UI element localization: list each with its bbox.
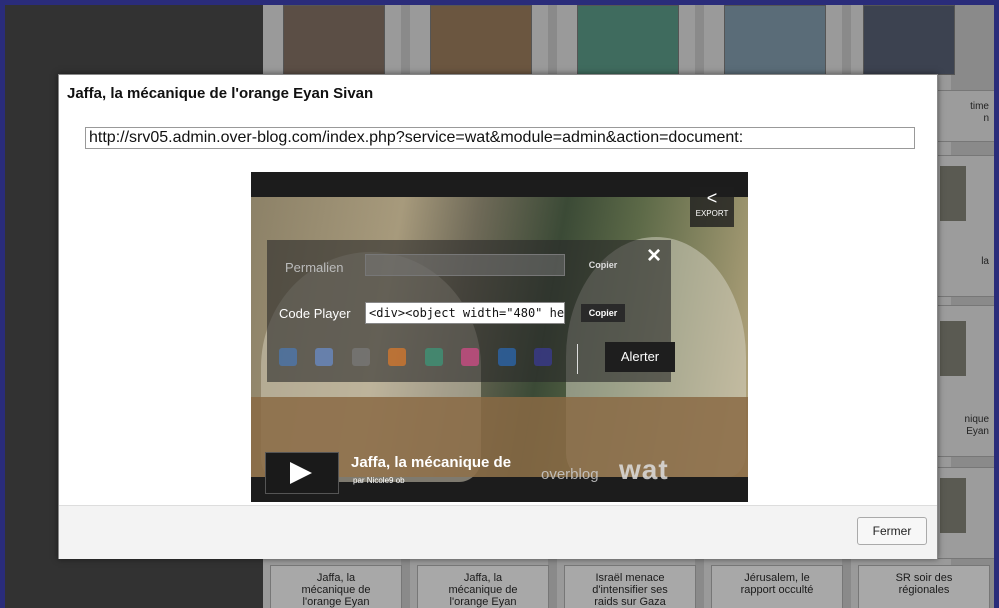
background-card xyxy=(930,467,994,559)
card-caption: time xyxy=(970,101,989,112)
background-card: nique Eyan xyxy=(930,305,994,457)
card-caption-line: mécanique de xyxy=(301,584,371,596)
card-caption: n xyxy=(983,113,989,124)
bottom-video-card[interactable]: Israël menace d'intensifier ses raids su… xyxy=(564,565,696,608)
share-services-row xyxy=(279,348,569,372)
permalink-label: Permalien xyxy=(285,260,344,275)
bottom-video-card[interactable]: Jaffa, la mécanique de l'orange Eyan xyxy=(270,565,402,608)
video-title[interactable]: Jaffa, la mécanique de xyxy=(351,454,511,471)
share-panel: × Permalien Copier Code Player <div><obj… xyxy=(267,240,675,382)
card-caption-line: régionales xyxy=(898,584,950,596)
export-label: EXPORT xyxy=(695,209,729,218)
bottom-video-card[interactable]: Jérusalem, le rapport occulté xyxy=(711,565,843,608)
close-button[interactable]: Fermer xyxy=(857,517,927,545)
video-thumbnail[interactable] xyxy=(283,5,385,75)
video-share-dialog: Jaffa, la mécanique de l'orange Eyan Siv… xyxy=(58,74,938,559)
card-caption-line: rapport occulté xyxy=(740,584,814,596)
card-caption-line: Israël menace xyxy=(595,572,665,584)
play-icon xyxy=(290,462,312,484)
video-thumbnail[interactable] xyxy=(940,478,966,533)
code-player-field[interactable]: <div><object width="480" he xyxy=(365,302,565,324)
card-caption-line: SR soir des xyxy=(895,572,953,584)
video-thumbnail[interactable] xyxy=(940,166,966,221)
video-thumbnail[interactable] xyxy=(724,5,826,75)
card-caption-line: l'orange Eyan xyxy=(302,596,370,608)
video-thumbnail[interactable] xyxy=(863,5,955,75)
card-caption-line: l'orange Eyan xyxy=(449,596,517,608)
video-thumbnail[interactable] xyxy=(940,321,966,376)
video-thumbnail[interactable] xyxy=(577,5,679,75)
card-caption-line: d'intensifier ses xyxy=(592,584,668,596)
dialog-title: Jaffa, la mécanique de l'orange Eyan Siv… xyxy=(67,85,374,102)
twitter-icon[interactable] xyxy=(497,348,516,366)
background-card: la xyxy=(930,155,994,297)
wat-logo[interactable]: wat xyxy=(619,454,669,486)
myspace-icon[interactable] xyxy=(424,348,443,366)
share-icon: < xyxy=(706,188,718,208)
facebook-icon[interactable] xyxy=(351,348,370,366)
card-caption-line: Jaffa, la xyxy=(316,572,356,584)
bottom-video-card[interactable]: SR soir des régionales xyxy=(858,565,990,608)
card-caption-line: raids sur Gaza xyxy=(594,596,666,608)
divider xyxy=(577,344,578,374)
video-author[interactable]: par Nicole9 ob xyxy=(353,476,405,485)
url-field[interactable] xyxy=(85,127,915,149)
technorati-icon[interactable] xyxy=(534,348,553,366)
background-card: time n xyxy=(930,90,994,142)
copy-code-button[interactable]: Copier xyxy=(581,304,625,322)
digg-icon[interactable] xyxy=(315,348,334,366)
export-button[interactable]: < EXPORT xyxy=(690,187,734,227)
close-icon[interactable]: × xyxy=(647,242,661,270)
stumble-icon[interactable] xyxy=(461,348,480,366)
dialog-footer: Fermer xyxy=(59,505,937,559)
alert-button[interactable]: Alerter xyxy=(605,342,675,372)
overblog-logo[interactable]: overblog xyxy=(541,466,599,483)
card-caption: Eyan xyxy=(966,426,989,437)
card-caption-line: Jaffa, la xyxy=(463,572,503,584)
permalink-field[interactable] xyxy=(365,254,565,276)
video-player[interactable]: < EXPORT × Permalien Copier Code Player … xyxy=(251,172,748,502)
card-caption: la xyxy=(981,256,989,267)
card-caption-line: mécanique de xyxy=(448,584,518,596)
card-caption: nique xyxy=(964,414,989,425)
player-controls: Jaffa, la mécanique de par Nicole9 ob ov… xyxy=(265,452,732,494)
delicious-icon[interactable] xyxy=(279,348,297,366)
card-caption-line: Jérusalem, le xyxy=(744,572,810,584)
play-button[interactable] xyxy=(265,452,339,494)
code-player-label: Code Player xyxy=(279,306,351,321)
copy-permalink-button[interactable]: Copier xyxy=(581,256,625,274)
blogger-icon[interactable] xyxy=(388,348,407,366)
video-thumbnail[interactable] xyxy=(430,5,532,75)
bottom-video-card[interactable]: Jaffa, la mécanique de l'orange Eyan xyxy=(417,565,549,608)
